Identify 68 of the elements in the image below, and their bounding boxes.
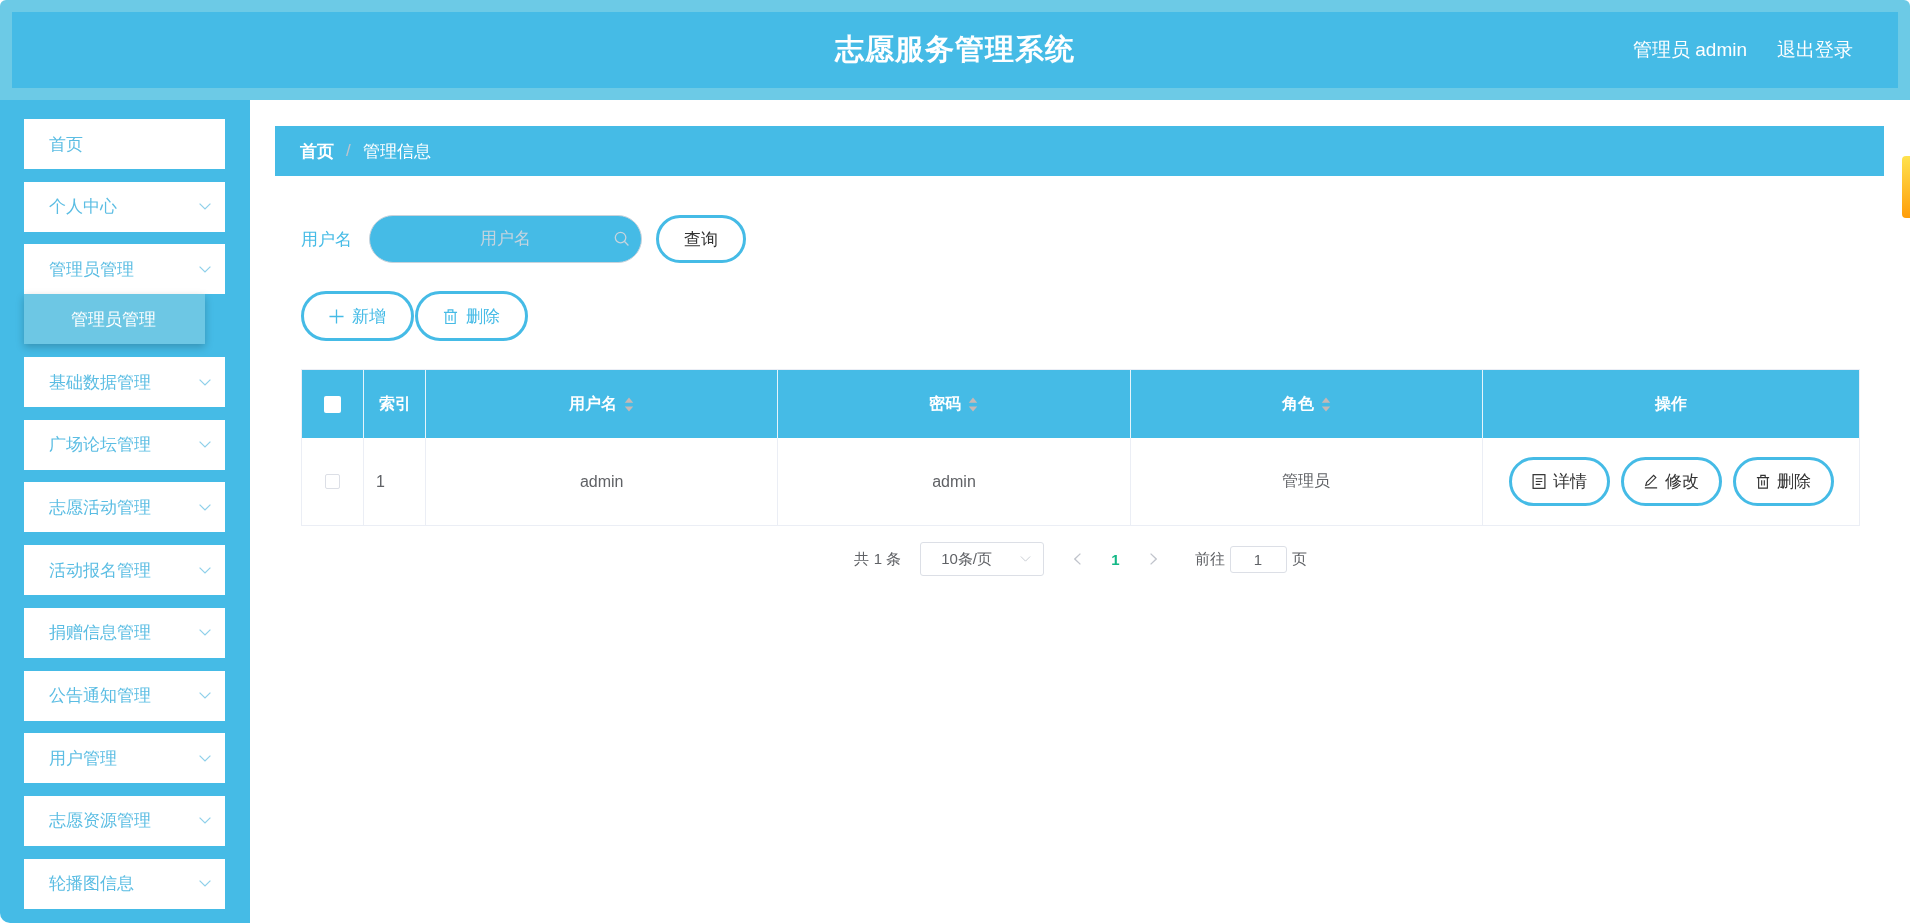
chevron-down-icon (199, 692, 211, 699)
table-cell: admin (426, 438, 779, 525)
document-icon (1531, 474, 1546, 489)
chevron-down-icon (199, 378, 211, 386)
row-checkbox[interactable] (325, 474, 340, 489)
page-size-select[interactable]: 10条/页 (920, 542, 1045, 576)
details-button[interactable]: 详情 (1508, 457, 1610, 506)
sidebar-item[interactable]: 轮播图信息 (24, 858, 225, 909)
sidebar-item[interactable]: 基础数据管理 (24, 357, 225, 408)
sidebar-item[interactable]: 志愿资源管理 (24, 795, 225, 846)
page-number[interactable]: 1 (1111, 550, 1120, 568)
trash-icon (443, 308, 458, 324)
app-title: 志愿服务管理系统 (835, 32, 1075, 67)
chevron-down-icon (1020, 556, 1032, 562)
chevron-down-icon (199, 503, 211, 511)
user-label: 管理员 admin (1632, 38, 1747, 62)
chevron-down-icon (199, 817, 211, 825)
sidebar-item[interactable]: 广场论坛管理 (24, 419, 225, 470)
table-cell: 管理员 (1130, 438, 1483, 525)
sidebar-item[interactable]: 志愿活动管理 (24, 482, 225, 533)
chevron-left-icon (1074, 553, 1082, 565)
chevron-down-icon (199, 265, 211, 273)
sidebar-item[interactable]: 活动报名管理 (24, 545, 225, 596)
sidebar-item[interactable]: 用户管理 (24, 733, 225, 784)
select-all-checkbox[interactable] (324, 395, 341, 413)
column-header: 索引 (378, 393, 411, 414)
sidebar-item[interactable]: 首页 (24, 119, 225, 169)
search-icon (614, 231, 629, 246)
breadcrumb-link[interactable]: 首页 (300, 139, 334, 163)
side-tab[interactable] (1902, 156, 1910, 218)
sidebar-item[interactable]: 个人中心 (24, 181, 225, 232)
chevron-down-icon (199, 566, 211, 574)
sidebar-item[interactable]: 捐赠信息管理 (24, 607, 225, 658)
logout-link[interactable]: 退出登录 (1777, 37, 1853, 63)
sort-icon (968, 396, 979, 412)
chevron-right-icon (1149, 553, 1157, 565)
sort-icon (624, 396, 635, 412)
delete-button[interactable]: 删除 (1732, 457, 1834, 506)
goto-page-field[interactable]: 1 (1229, 545, 1287, 573)
query-button[interactable]: 查询 (656, 215, 746, 263)
pencil-icon (1643, 474, 1658, 489)
table-cell: 1 (364, 438, 426, 525)
sort-icon (1320, 396, 1331, 412)
chevron-down-icon (199, 880, 211, 888)
delete-button[interactable]: 删除 (415, 291, 528, 341)
sidebar-item[interactable]: 管理员管理 (24, 244, 225, 295)
chevron-down-icon (199, 441, 211, 449)
search-label: 用户名 (301, 228, 352, 251)
breadcrumb-separator: / (346, 141, 351, 161)
chevron-down-icon (199, 629, 211, 637)
trash-icon (1755, 474, 1770, 489)
add-button[interactable]: 新增 (301, 291, 414, 341)
column-header[interactable]: 角色 (1281, 393, 1331, 415)
table-cell: admin (778, 438, 1131, 525)
plus-icon (329, 308, 344, 324)
edit-button[interactable]: 修改 (1620, 457, 1722, 506)
goto-suffix: 页 (1291, 549, 1307, 569)
pagination-total: 共 1 条 (854, 549, 902, 569)
column-header: 操作 (1655, 393, 1687, 414)
breadcrumb-current: 管理信息 (362, 140, 431, 163)
sidebar-item[interactable]: 公告通知管理 (24, 670, 225, 721)
column-header[interactable]: 密码 (929, 393, 979, 415)
column-header[interactable]: 用户名 (569, 393, 635, 415)
chevron-down-icon (199, 754, 211, 762)
sidebar-subitem[interactable]: 管理员管理 (24, 294, 205, 345)
search-field[interactable]: 用户名 (369, 215, 642, 263)
chevron-down-icon (199, 203, 211, 211)
goto-label: 前往 (1194, 549, 1225, 569)
